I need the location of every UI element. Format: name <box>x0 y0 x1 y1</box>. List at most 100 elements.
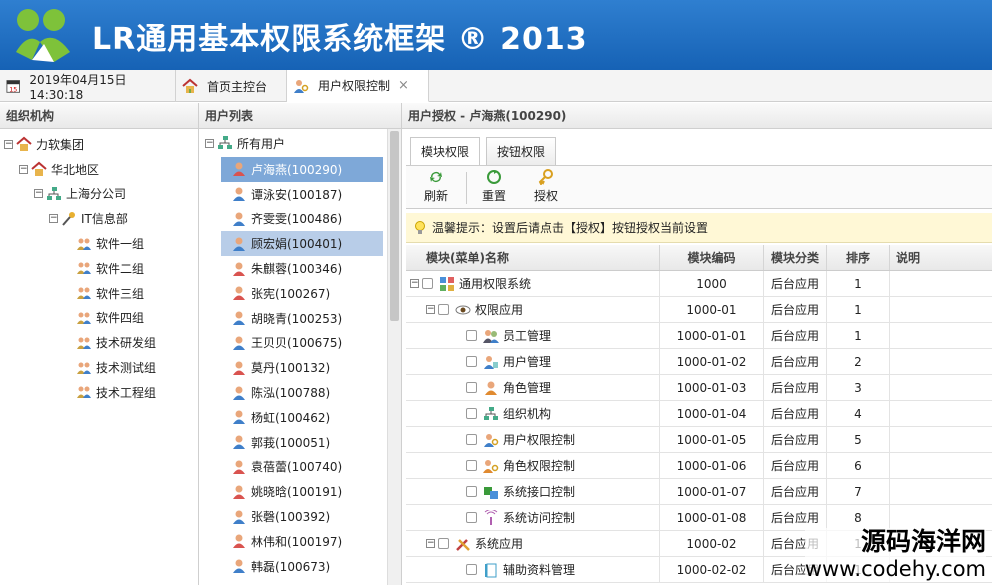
org-node[interactable]: 软件四组 <box>0 306 198 331</box>
collapse-icon[interactable]: − <box>4 139 13 149</box>
svg-text:15: 15 <box>9 86 17 93</box>
table-row[interactable]: − 通用权限系统 1000 后台应用 1 <box>406 271 992 297</box>
org-node[interactable]: 软件一组 <box>0 231 198 256</box>
user-list-item[interactable]: 郭莪(100051) <box>221 430 383 455</box>
user-name: 杨虹(100462) <box>251 410 331 425</box>
col-sort[interactable]: 排序 <box>827 245 890 270</box>
collapse-icon[interactable]: − <box>205 138 214 148</box>
user-list-item[interactable]: 齐雯雯(100486) <box>221 207 383 232</box>
table-row[interactable]: 用户管理 1000-01-02 后台应用 2 <box>406 349 992 375</box>
module-name: 角色权限控制 <box>503 459 576 473</box>
cell-name: 角色权限控制 <box>406 453 660 478</box>
group-icon <box>77 386 91 399</box>
org-node[interactable]: − 上海分公司 <box>0 182 198 207</box>
org-panel: 组织机构 − 力软集团 − 华北地区 − 上海分公司 − IT信息部 软件一组 软件二组 软件三组软… <box>0 103 199 585</box>
collapse-icon[interactable]: − <box>426 539 435 548</box>
user-list-item[interactable]: 姚晓晗(100191) <box>221 479 383 504</box>
collapse-icon[interactable]: − <box>34 189 43 199</box>
org-node[interactable]: 技术测试组 <box>0 355 198 380</box>
col-desc[interactable]: 说明 <box>890 245 992 270</box>
user-list-item[interactable]: 张磬(100392) <box>221 504 383 529</box>
org-node[interactable]: 软件二组 <box>0 256 198 281</box>
cell-name: 员工管理 <box>406 323 660 348</box>
row-checkbox[interactable] <box>466 434 477 445</box>
user-list-item[interactable]: 胡晓青(100253) <box>221 306 383 331</box>
cell-sort: 5 <box>827 427 890 452</box>
org-node-label: 技术测试组 <box>96 361 157 376</box>
tab-home[interactable]: 首页主控台 <box>176 70 287 102</box>
row-checkbox[interactable] <box>466 512 477 523</box>
row-checkbox[interactable] <box>466 330 477 341</box>
row-checkbox[interactable] <box>422 278 433 289</box>
user-list-item[interactable]: 莫丹(100132) <box>221 355 383 380</box>
row-checkbox[interactable] <box>466 486 477 497</box>
user-list-item[interactable]: 张宪(100267) <box>221 281 383 306</box>
home-icon <box>182 78 198 93</box>
user-list-scrollbar[interactable] <box>387 129 401 585</box>
row-checkbox[interactable] <box>466 382 477 393</box>
user-list-item[interactable]: 袁蓓蕾(100740) <box>221 455 383 480</box>
user-list-item[interactable]: 韩磊(100673) <box>221 554 383 579</box>
org-node[interactable]: − 华北地区 <box>0 157 198 182</box>
user-list-item[interactable]: 卢海燕(100290) <box>221 157 383 182</box>
refresh-button[interactable]: 刷新 <box>416 169 456 204</box>
collapse-icon[interactable]: − <box>410 279 419 288</box>
datetime-text: 2019年04月15日 14:30:18 <box>29 72 127 102</box>
collapse-icon[interactable]: − <box>426 305 435 314</box>
cell-code: 1000-01-07 <box>660 479 764 504</box>
user-key-icon <box>484 433 499 447</box>
table-row[interactable]: − 权限应用 1000-01 后台应用 1 <box>406 297 992 323</box>
org-node[interactable]: 软件三组 <box>0 281 198 306</box>
user-list-item[interactable]: 陈泓(100788) <box>221 380 383 405</box>
row-checkbox[interactable] <box>438 304 449 315</box>
tab-module-permission[interactable]: 模块权限 <box>410 137 480 165</box>
table-row[interactable]: 员工管理 1000-01-01 后台应用 1 <box>406 323 992 349</box>
row-checkbox[interactable] <box>466 356 477 367</box>
table-row[interactable]: 系统接口控制 1000-01-07 后台应用 7 <box>406 479 992 505</box>
user-list-item[interactable]: 顾宏娟(100401) <box>221 231 383 257</box>
tip-bar: 温馨提示：设置后请点击【授权】按钮授权当前设置 <box>406 213 992 243</box>
cell-sort: 2 <box>827 349 890 374</box>
org-node-label: 力软集团 <box>36 137 85 152</box>
col-category[interactable]: 模块分类 <box>764 245 827 270</box>
org-node-label: 华北地区 <box>51 162 100 177</box>
org-node-label: IT信息部 <box>81 212 128 227</box>
user-root[interactable]: − 所有用户 <box>205 131 285 156</box>
cell-category: 后台应用 <box>764 297 827 322</box>
row-checkbox[interactable] <box>466 460 477 471</box>
org-node[interactable]: − IT信息部 <box>0 206 198 231</box>
user-list-item[interactable]: 谭泳安(100187) <box>221 182 383 207</box>
user-list-item[interactable]: 朱麒蓉(100346) <box>221 256 383 281</box>
org-node[interactable]: − 力软集团 <box>0 132 198 157</box>
org-icon <box>47 186 61 200</box>
org-node[interactable]: 技术研发组 <box>0 330 198 355</box>
row-checkbox[interactable] <box>466 408 477 419</box>
table-row[interactable]: 角色管理 1000-01-03 后台应用 3 <box>406 375 992 401</box>
org-node[interactable]: 技术工程组 <box>0 380 198 405</box>
tab-user-permission[interactable]: 用户权限控制 × <box>287 70 429 102</box>
close-icon[interactable]: × <box>398 78 409 93</box>
tab-button-permission[interactable]: 按钮权限 <box>486 137 556 165</box>
table-row[interactable]: 组织机构 1000-01-04 后台应用 4 <box>406 401 992 427</box>
cell-name: − 系统应用 <box>406 531 660 556</box>
table-row[interactable]: 用户权限控制 1000-01-05 后台应用 5 <box>406 427 992 453</box>
user-list-item[interactable]: 王贝贝(100675) <box>221 331 383 356</box>
grant-button[interactable]: 授权 <box>526 169 566 204</box>
cell-name: 辅助资料管理 <box>406 557 660 582</box>
toolbar-divider <box>466 172 467 204</box>
col-name[interactable]: 模块(菜单)名称 <box>406 245 660 270</box>
table-row[interactable]: 角色权限控制 1000-01-06 后台应用 6 <box>406 453 992 479</box>
user-list-item[interactable]: 杨虹(100462) <box>221 405 383 430</box>
row-checkbox[interactable] <box>466 564 477 575</box>
user-icon <box>233 534 245 549</box>
collapse-icon[interactable]: − <box>49 214 58 224</box>
cell-category: 后台应用 <box>764 401 827 426</box>
interface-icon <box>484 486 498 499</box>
col-code[interactable]: 模块编码 <box>660 245 764 270</box>
collapse-icon[interactable]: − <box>19 164 28 174</box>
row-checkbox[interactable] <box>438 538 449 549</box>
user-list-item[interactable]: 林伟和(100197) <box>221 529 383 554</box>
reset-button[interactable]: 重置 <box>474 169 514 204</box>
reset-label: 重置 <box>481 189 506 203</box>
scrollbar-thumb[interactable] <box>390 131 399 321</box>
